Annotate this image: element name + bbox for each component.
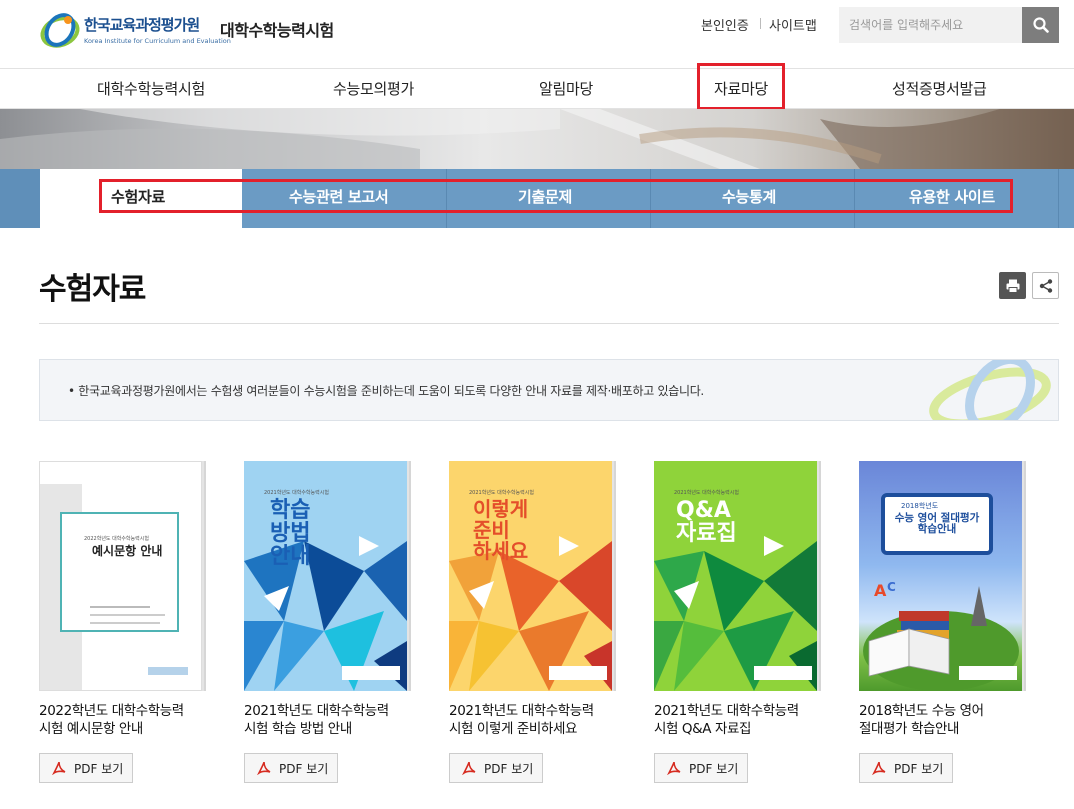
- book-title[interactable]: 2021학년도 대학수학능력 시험 이렇게 준비하세요: [449, 702, 624, 738]
- pdf-view-button[interactable]: PDF 보기: [244, 753, 338, 783]
- pdf-button-label: PDF 보기: [484, 761, 534, 776]
- cover-subtitle: 2022학년도 대학수학능력시험: [84, 536, 149, 542]
- book-title[interactable]: 2021학년도 대학수학능력 시험 학습 방법 안내: [244, 702, 419, 738]
- pdf-button-label: PDF 보기: [894, 761, 944, 776]
- cover-subtitle: 2021학년도 대학수학능력시험: [469, 490, 534, 496]
- pdf-view-button[interactable]: PDF 보기: [654, 753, 748, 783]
- book-title-line: 절대평가 학습안내: [859, 721, 960, 737]
- pdf-icon: [462, 761, 476, 775]
- book-cover-image[interactable]: 2021학년도 대학수학능력시험 Q&A 자료집: [654, 461, 817, 691]
- pdf-icon: [667, 761, 681, 775]
- book-title-line: 시험 학습 방법 안내: [244, 721, 352, 737]
- cover-title: 학습 방법 안내: [270, 498, 311, 570]
- main-navigation: 대학수학능력시험 수능모의평가 알림마당 자료마당 성적증명서발급: [0, 68, 1074, 109]
- cover-title: 이렇게 준비 하세요: [473, 497, 529, 563]
- pdf-view-button[interactable]: PDF 보기: [449, 753, 543, 783]
- book-cover-image[interactable]: 2021학년도 대학수학능력시험 이렇게 준비 하세요: [449, 461, 612, 691]
- book-title[interactable]: 2022학년도 대학수학능력 시험 예시문항 안내: [39, 702, 214, 738]
- book-title-line: 2018학년도 수능 영어: [859, 703, 984, 719]
- site-name[interactable]: 대학수학능력시험: [220, 17, 334, 41]
- pdf-view-button[interactable]: PDF 보기: [859, 753, 953, 783]
- cover-title: 예시문항 안내: [92, 544, 163, 558]
- share-button[interactable]: [1032, 272, 1059, 299]
- info-box: • 한국교육과정평가원에서는 수험생 여러분들이 수능시험을 준비하는데 도움이…: [39, 359, 1059, 421]
- subnav-highlight-box: [99, 179, 1013, 213]
- book-cover-image[interactable]: 2022학년도 대학수학능력시험 예시문항 안내: [39, 461, 202, 691]
- book-title-line: 2021학년도 대학수학능력: [654, 703, 799, 719]
- book-title-line: 2021학년도 대학수학능력: [449, 703, 594, 719]
- logo-korean-name: 한국교육과정평가원: [84, 16, 200, 34]
- pdf-button-label: PDF 보기: [279, 761, 329, 776]
- logo-text[interactable]: 한국교육과정평가원 Korea Institute for Curriculum…: [84, 14, 231, 45]
- sitemap-link[interactable]: 사이트맵: [769, 15, 817, 34]
- subnav-divider: [1058, 169, 1059, 228]
- title-divider: [39, 323, 1059, 324]
- cover-title: Q&A 자료집: [676, 498, 737, 547]
- logo-english-name: Korea Institute for Curriculum and Evalu…: [84, 37, 231, 45]
- search-button[interactable]: [1022, 7, 1059, 43]
- info-text: • 한국교육과정평가원에서는 수험생 여러분들이 수능시험을 준비하는데 도움이…: [68, 384, 704, 398]
- gnb-item-certificate[interactable]: 성적증명서발급: [892, 78, 987, 99]
- book-cover-image[interactable]: 2018학년도 수능 영어 절대평가 학습안내 A C: [859, 461, 1022, 691]
- pdf-icon: [52, 761, 66, 775]
- subnav-spacer: [0, 169, 40, 228]
- book-title[interactable]: 2021학년도 대학수학능력 시험 Q&A 자료집: [654, 702, 829, 738]
- book-cover-image[interactable]: 2021학년도 대학수학능력시험 학습 방법 안내: [244, 461, 407, 691]
- book-title-line: 시험 Q&A 자료집: [654, 721, 752, 737]
- page-title: 수험자료: [39, 272, 146, 307]
- book-title-line: 시험 예시문항 안내: [39, 721, 143, 737]
- kice-watermark-icon: [929, 360, 1051, 420]
- search-input[interactable]: 검색어를 입력해주세요: [839, 7, 1022, 43]
- pdf-button-label: PDF 보기: [74, 761, 124, 776]
- svg-text:A: A: [874, 581, 887, 600]
- pdf-icon: [257, 761, 271, 775]
- kice-logo-icon[interactable]: [38, 10, 82, 50]
- cover-subtitle: 2021학년도 대학수학능력시험: [264, 490, 329, 496]
- gnb-item-notice[interactable]: 알림마당: [539, 78, 593, 99]
- visual-banner: [0, 109, 1074, 169]
- print-button[interactable]: [999, 272, 1026, 299]
- resources-highlight-box: [697, 63, 785, 110]
- pdf-button-label: PDF 보기: [689, 761, 739, 776]
- search-icon: [1032, 17, 1049, 33]
- svg-text:C: C: [887, 580, 896, 594]
- cover-subtitle: 2021학년도 대학수학능력시험: [674, 490, 739, 496]
- identity-verification-link[interactable]: 본인인증: [701, 15, 749, 34]
- book-title-line: 2021학년도 대학수학능력: [244, 703, 389, 719]
- book-title[interactable]: 2018학년도 수능 영어 절대평가 학습안내: [859, 702, 1034, 738]
- gnb-item-csat[interactable]: 대학수학능력시험: [97, 78, 205, 99]
- book-title-line: 2022학년도 대학수학능력: [39, 703, 184, 719]
- printer-icon: [1006, 279, 1019, 293]
- site-header: 한국교육과정평가원 Korea Institute for Curriculum…: [0, 0, 1074, 68]
- pdf-icon: [872, 761, 886, 775]
- pdf-view-button[interactable]: PDF 보기: [39, 753, 133, 783]
- gnb-item-mock-exam[interactable]: 수능모의평가: [333, 78, 414, 99]
- util-divider: [760, 18, 761, 29]
- book-title-line: 시험 이렇게 준비하세요: [449, 721, 577, 737]
- share-icon: [1039, 278, 1052, 293]
